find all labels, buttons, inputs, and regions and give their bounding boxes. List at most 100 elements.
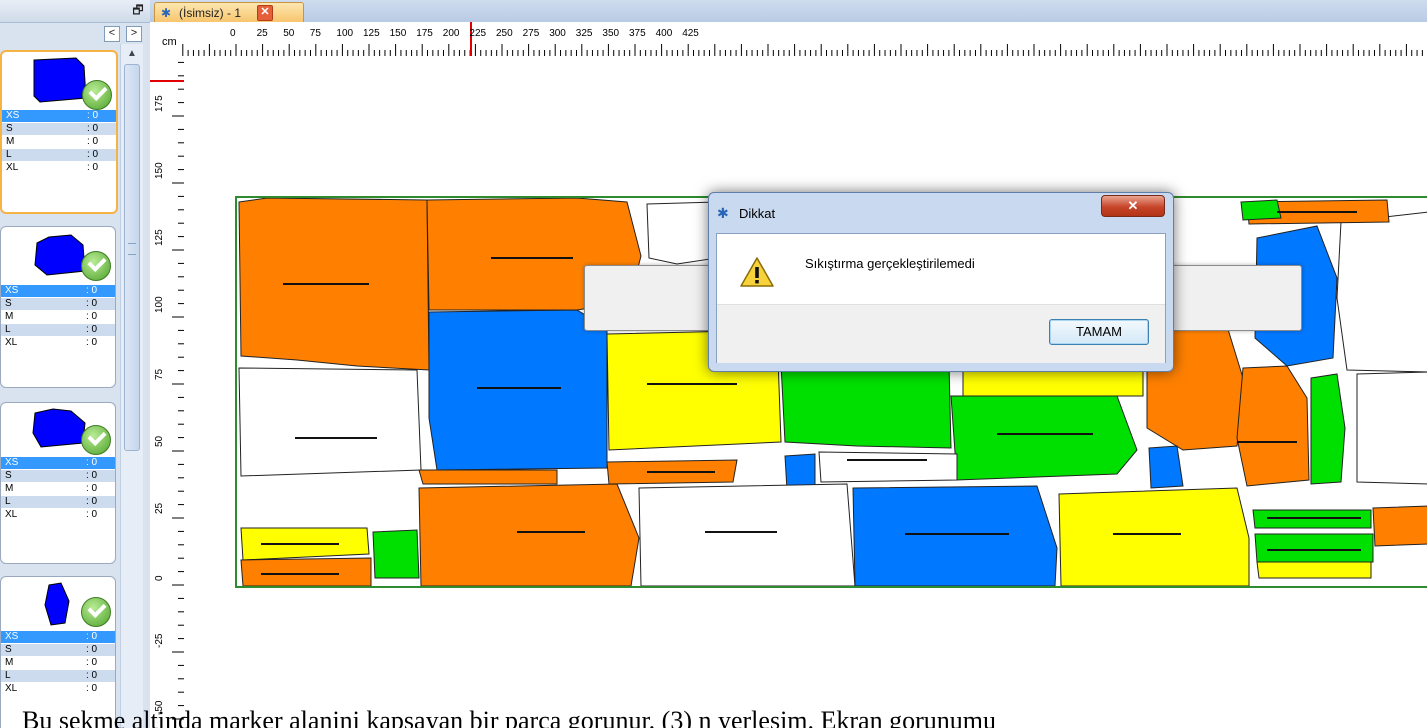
pattern-piece [418,469,558,485]
scroll-up-icon[interactable]: ▲ [125,48,139,60]
piece-card[interactable]: XS: 0 S: 0 M: 0 L: 0 XL: 0 [0,50,118,214]
ruler-tick-label: 150 [154,162,165,179]
pattern-piece [1236,365,1310,487]
tab-label: (İsimsiz) - 1 [179,6,241,20]
checkmark-icon [81,425,111,455]
dialog-message: Sıkıştırma gerçekleştirilemedi [805,256,975,271]
ruler-tick-label: -25 [154,633,165,648]
size-row[interactable]: L: 0 [1,670,115,682]
close-button[interactable]: ✕ [1101,195,1165,217]
ruler-tick-label: 25 [154,502,165,514]
pattern-piece [1336,211,1427,373]
ruler-tick-label: 100 [154,296,165,313]
size-row[interactable]: L: 0 [1,324,115,336]
size-row[interactable]: S: 0 [1,644,115,656]
dialog-body: Sıkıştırma gerçekleştirilemedi TAMAM [716,233,1166,363]
ruler-tick-label: 0 [154,575,165,581]
size-row[interactable]: M: 0 [1,311,115,323]
ruler-tick-label: 175 [416,28,433,39]
pattern-piece [372,529,420,579]
horizontal-ruler: cm 0 25 50 75 100 125 150 175 200 225 250 275 300 325… [150,22,1427,56]
dialog-footer: TAMAM [717,304,1165,363]
size-row[interactable]: M: 0 [2,136,116,148]
piece-thumbnail [32,408,86,448]
pin-icon[interactable]: 🗗 [132,3,144,17]
size-row[interactable]: XL: 0 [2,162,116,174]
size-row[interactable]: M: 0 [1,657,115,669]
size-row[interactable]: S: 0 [2,123,116,135]
previous-button[interactable]: < [104,26,120,42]
vertical-ruler: 175 150 125 100 75 50 25 0 -25 -50 [150,56,184,728]
dialog-title: Dikkat [739,206,776,221]
warning-dialog: ✱ Dikkat ✕ Sıkıştırma gerçekleştirilemed… [708,192,1174,372]
grip-icon [128,243,136,255]
ruler-tick-label: 375 [629,28,646,39]
piece-card[interactable]: XS: 0 S: 0 M: 0 L: 0 XL: 0 [0,402,116,564]
size-row[interactable]: XS: 0 [1,631,115,643]
checkmark-icon [81,251,111,281]
ruler-tick-label: 0 [230,28,236,39]
ruler-tick-label: 75 [154,368,165,380]
pattern-piece [418,483,640,586]
pattern-piece [1356,371,1427,485]
size-row[interactable]: S: 0 [1,298,115,310]
piece-card[interactable]: XS: 0 S: 0 M: 0 L: 0 XL: 0 [0,226,116,388]
checkmark-icon [81,597,111,627]
pattern-piece [638,483,856,586]
pattern-piece [240,557,372,586]
size-row[interactable]: XS: 0 [2,110,116,122]
pieces-scrollbar[interactable]: ▲ [120,44,143,728]
pattern-piece [818,451,958,483]
ruler-ticks [150,61,184,720]
pattern-piece [1058,487,1250,586]
tab-document[interactable]: ✱ (İsimsiz) - 1 ✕ [154,2,304,23]
piece-thumbnail [34,234,86,276]
pattern-piece [1256,561,1372,579]
ok-button[interactable]: TAMAM [1049,319,1149,345]
ruler-tick-label: 325 [575,28,593,39]
close-icon[interactable]: ✕ [257,5,273,21]
ruler-tick-label: 50 [154,435,165,447]
ruler-tick-label: 100 [336,28,354,39]
pattern-piece [1240,199,1282,221]
ruler-tick-label: 25 [256,28,268,39]
ruler-tick-label: 275 [522,28,540,39]
ruler-tick-label: 350 [602,28,620,39]
ruler-tick-label: 150 [389,28,407,39]
ruler-tick-label: 250 [496,28,513,39]
scrollbar-thumb[interactable] [124,64,140,451]
size-row[interactable]: L: 0 [1,496,115,508]
pattern-piece [852,485,1058,586]
warning-icon [740,257,774,287]
caption-text: Bu sekme altinda marker alanini kapsayan… [22,706,996,728]
pattern-piece [428,309,608,471]
size-row[interactable]: XS: 0 [1,285,115,297]
piece-thumbnail [44,582,70,626]
pattern-piece [1254,533,1374,563]
size-row[interactable]: L: 0 [2,149,116,161]
ruler-tick-label: 75 [309,28,321,39]
ruler-tick-label: 300 [549,28,566,39]
size-row[interactable]: XL: 0 [1,509,115,521]
pieces-panel: 🗗 < > XS: 0 S: 0 M: 0 L: 0 XL: 0 XS: 0 S… [0,0,150,728]
ruler-tick-label: 200 [442,28,460,39]
size-row[interactable]: XS: 0 [1,457,115,469]
pattern-piece [1372,505,1427,547]
pieces-panel-header: 🗗 [0,0,150,23]
ruler-tick-label: 125 [154,229,165,246]
size-row[interactable]: S: 0 [1,470,115,482]
size-row[interactable]: XL: 0 [1,337,115,349]
next-button[interactable]: > [126,26,142,42]
piece-thumbnail [33,57,87,103]
ruler-tick-label: 400 [655,28,673,39]
app-icon: ✱ [717,205,729,221]
pattern-piece [646,201,718,265]
ruler-tick-label: 175 [154,95,165,112]
ruler-tick-label: 225 [469,28,487,39]
garment-icon: ✱ [161,6,172,20]
pattern-piece [1148,445,1184,489]
size-row[interactable]: M: 0 [1,483,115,495]
ruler-tick-label: 50 [283,28,295,39]
size-row[interactable]: XL: 0 [1,683,115,695]
pattern-piece [1310,373,1346,485]
